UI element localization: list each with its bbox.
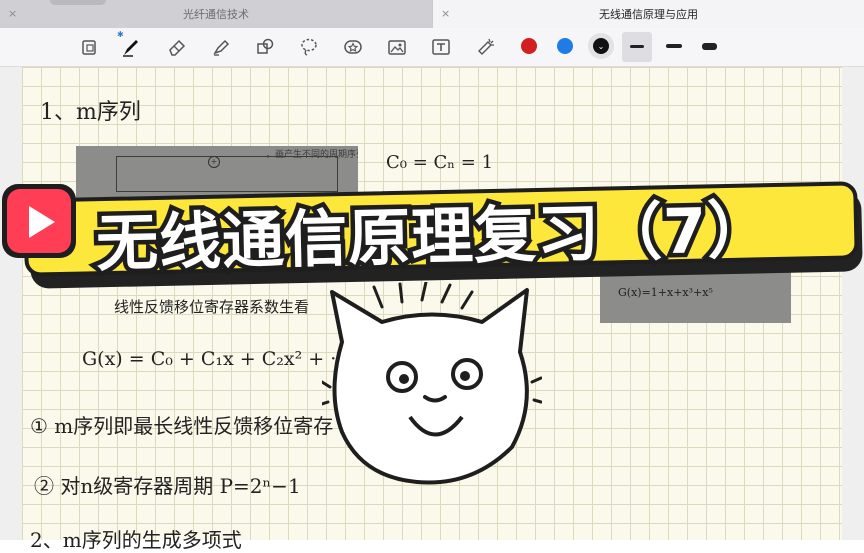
note-item-3: 2、m序列的生成多项式 — [30, 528, 242, 552]
tab-bar: × 光纤通信技术 × 无线通信原理与应用 — [0, 0, 864, 28]
text-icon[interactable] — [428, 34, 454, 60]
sticker-icon[interactable] — [340, 34, 366, 60]
stroke-thick-button[interactable] — [702, 43, 717, 50]
shapes-icon[interactable] — [252, 34, 278, 60]
pen-icon[interactable] — [118, 34, 144, 60]
equation-c0-cn: C₀ = Cₙ = 1 — [386, 152, 494, 173]
lasso-icon[interactable] — [296, 34, 322, 60]
stroke-thin-button[interactable] — [622, 32, 652, 62]
tab-optical-fiber[interactable]: × 光纤通信技术 — [0, 0, 432, 28]
tab-title: 光纤通信技术 — [183, 8, 249, 21]
banner-title: 无线通信原理复习（7） — [91, 188, 776, 284]
highlighter-icon[interactable] — [208, 34, 234, 60]
feedback-label: 线性反馈移位寄存器系数生看 — [114, 298, 310, 316]
note-item-1: ① m序列即最长线性反馈移位寄存 — [30, 414, 334, 438]
note-item-2: ② 对n级寄存器周期 P=2ⁿ−1 — [34, 474, 301, 498]
register-frame — [116, 156, 338, 192]
laser-pointer-icon[interactable] — [472, 34, 498, 60]
xor-symbol: + — [208, 156, 220, 168]
eraser-icon[interactable] — [164, 34, 190, 60]
photo-caption: ，画产生不同的周期序列。 — [266, 150, 358, 160]
tab-handle — [50, 0, 106, 5]
close-icon[interactable]: × — [8, 7, 17, 20]
toolbar: ✱ ⌄ — [0, 28, 864, 67]
close-icon[interactable]: × — [441, 7, 450, 20]
cat-sticker — [322, 282, 542, 485]
image-icon[interactable] — [384, 34, 410, 60]
tab-title: 无线通信原理与应用 — [599, 8, 698, 21]
chevron-down-icon: ⌄ — [593, 38, 609, 54]
layout-icon[interactable] — [76, 34, 102, 60]
polynomial-expression: G(x) = C₀ + C₁x + C₂x² + ··· — [82, 348, 349, 370]
photo-caption: G(x)=1+x+x³+x⁵ — [618, 286, 713, 299]
section-heading: 1、m序列 — [40, 100, 141, 125]
color-black-swatch[interactable]: ⌄ — [588, 33, 614, 59]
color-blue-swatch[interactable] — [557, 38, 573, 54]
play-icon — [2, 184, 76, 258]
color-red-swatch[interactable] — [521, 38, 537, 54]
stroke-medium-button[interactable] — [666, 44, 682, 48]
tab-wireless[interactable]: × 无线通信原理与应用 — [433, 0, 864, 28]
